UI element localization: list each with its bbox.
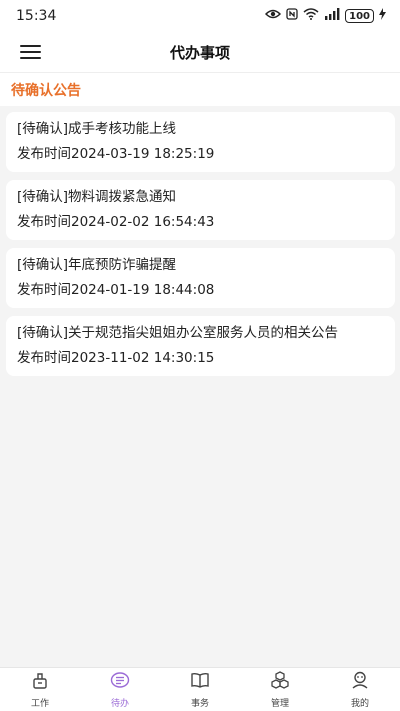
notice-time: 发布时间2024-01-19 18:44:08 <box>17 282 215 298</box>
notice-title: [待确认]成手考核功能上线 <box>17 121 177 137</box>
notice-card[interactable]: [待确认]物料调拨紧急通知 发布时间2024-02-02 16:54:43 <box>6 180 395 240</box>
status-time: 15:34 <box>16 8 57 24</box>
menu-icon-line <box>20 51 41 53</box>
menu-icon-line <box>20 57 41 59</box>
notice-title: [待确认]关于规范指尖姐姐办公室服务人员的相关公告 <box>17 325 339 341</box>
notice-list: [待确认]成手考核功能上线 发布时间2024-03-19 18:25:19 [待… <box>6 112 395 384</box>
app-bar: 代办事项 <box>0 32 400 72</box>
signal-icon <box>324 8 340 24</box>
page-title: 代办事项 <box>169 43 230 62</box>
bottom-nav: 工作 待办 事务 管理 我的 <box>0 667 400 711</box>
nav-item-todo[interactable]: 待办 <box>80 668 160 711</box>
section-title: 待确认公告 <box>0 72 400 106</box>
nav-label-manage: 管理 <box>270 699 289 709</box>
status-right: 100 <box>265 8 386 24</box>
nav-item-work[interactable]: 工作 <box>0 668 80 711</box>
notice-time: 发布时间2024-02-02 16:54:43 <box>17 214 215 230</box>
battery-icon: 100 <box>345 9 374 23</box>
eye-icon <box>265 8 282 24</box>
charging-icon <box>379 8 386 24</box>
nfc-icon <box>286 8 298 24</box>
notice-card[interactable]: [待确认]关于规范指尖姐姐办公室服务人员的相关公告 发布时间2023-11-02… <box>6 316 395 376</box>
notice-card[interactable]: [待确认]年底预防诈骗提醒 发布时间2024-01-19 18:44:08 <box>6 248 395 308</box>
status-left: 15:34 <box>16 8 56 24</box>
todo-icon <box>110 670 130 694</box>
notice-time: 发布时间2023-11-02 14:30:15 <box>17 350 215 366</box>
book-icon <box>190 670 210 694</box>
nav-item-manage[interactable]: 管理 <box>240 668 320 711</box>
user-icon <box>350 670 370 694</box>
wifi-icon <box>303 8 319 24</box>
notice-title: [待确认]物料调拨紧急通知 <box>17 189 177 205</box>
notice-title: [待确认]年底预防诈骗提醒 <box>17 257 177 273</box>
nav-label-todo: 待办 <box>110 699 129 709</box>
cubes-icon <box>270 670 290 694</box>
nav-item-affairs[interactable]: 事务 <box>160 668 240 711</box>
nav-item-mine[interactable]: 我的 <box>320 668 400 711</box>
menu-icon-line <box>20 45 41 47</box>
nav-label-affairs: 事务 <box>190 699 209 709</box>
status-bar: 15:34 100 <box>0 0 400 32</box>
notice-time: 发布时间2024-03-19 18:25:19 <box>17 146 215 162</box>
menu-button[interactable] <box>20 40 44 64</box>
nav-label-work: 工作 <box>30 699 49 709</box>
notice-card[interactable]: [待确认]成手考核功能上线 发布时间2024-03-19 18:25:19 <box>6 112 395 172</box>
nav-label-mine: 我的 <box>350 699 369 709</box>
work-icon <box>30 670 50 694</box>
